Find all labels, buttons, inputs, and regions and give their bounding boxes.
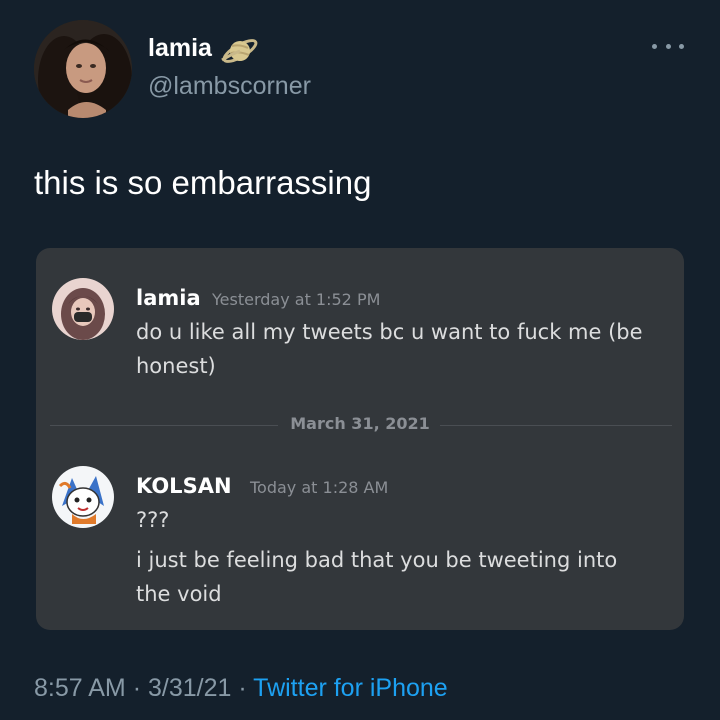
display-name[interactable]: lamia xyxy=(148,34,212,63)
more-options-icon[interactable] xyxy=(652,36,684,56)
metadata-separator: · xyxy=(238,674,247,702)
profile-avatar[interactable] xyxy=(34,20,132,118)
chat-message-line: honest) xyxy=(136,354,216,378)
date-divider: March 31, 2021 xyxy=(290,414,430,433)
user-handle[interactable]: @lambscorner xyxy=(148,72,311,101)
chat-author: KOLSAN xyxy=(136,474,232,498)
chat-author: lamia xyxy=(136,286,201,310)
tweet-source-link[interactable]: Twitter for iPhone xyxy=(253,674,448,702)
embedded-chat-image[interactable]: lamia Yesterday at 1:52 PM do u like all… xyxy=(36,248,684,630)
more-dot xyxy=(652,43,657,49)
tweet-text: this is so embarrassing xyxy=(34,164,372,201)
chat-avatar-kolsan xyxy=(52,466,114,528)
more-dot xyxy=(679,43,684,49)
metadata-separator: · xyxy=(132,674,142,702)
chat-timestamp: Yesterday at 1:52 PM xyxy=(212,290,381,309)
chat-timestamp: Today at 1:28 AM xyxy=(250,478,389,497)
tweet-time: 8:57 AM xyxy=(34,674,126,702)
chat-avatar-lamia xyxy=(52,278,114,340)
tweet-metadata: 8:57 AM · 3/31/21 · Twitter for iPhone xyxy=(34,674,448,703)
chat-message-line: the void xyxy=(136,582,222,606)
tweet-date: 3/31/21 xyxy=(147,674,232,702)
chat-message-line: do u like all my tweets bc u want to fuc… xyxy=(136,320,643,344)
chat-message-line: i just be feeling bad that you be tweeti… xyxy=(136,548,618,572)
chat-message-line: ??? xyxy=(136,508,170,532)
saturn-planet-icon xyxy=(220,32,260,70)
more-dot xyxy=(665,43,671,49)
